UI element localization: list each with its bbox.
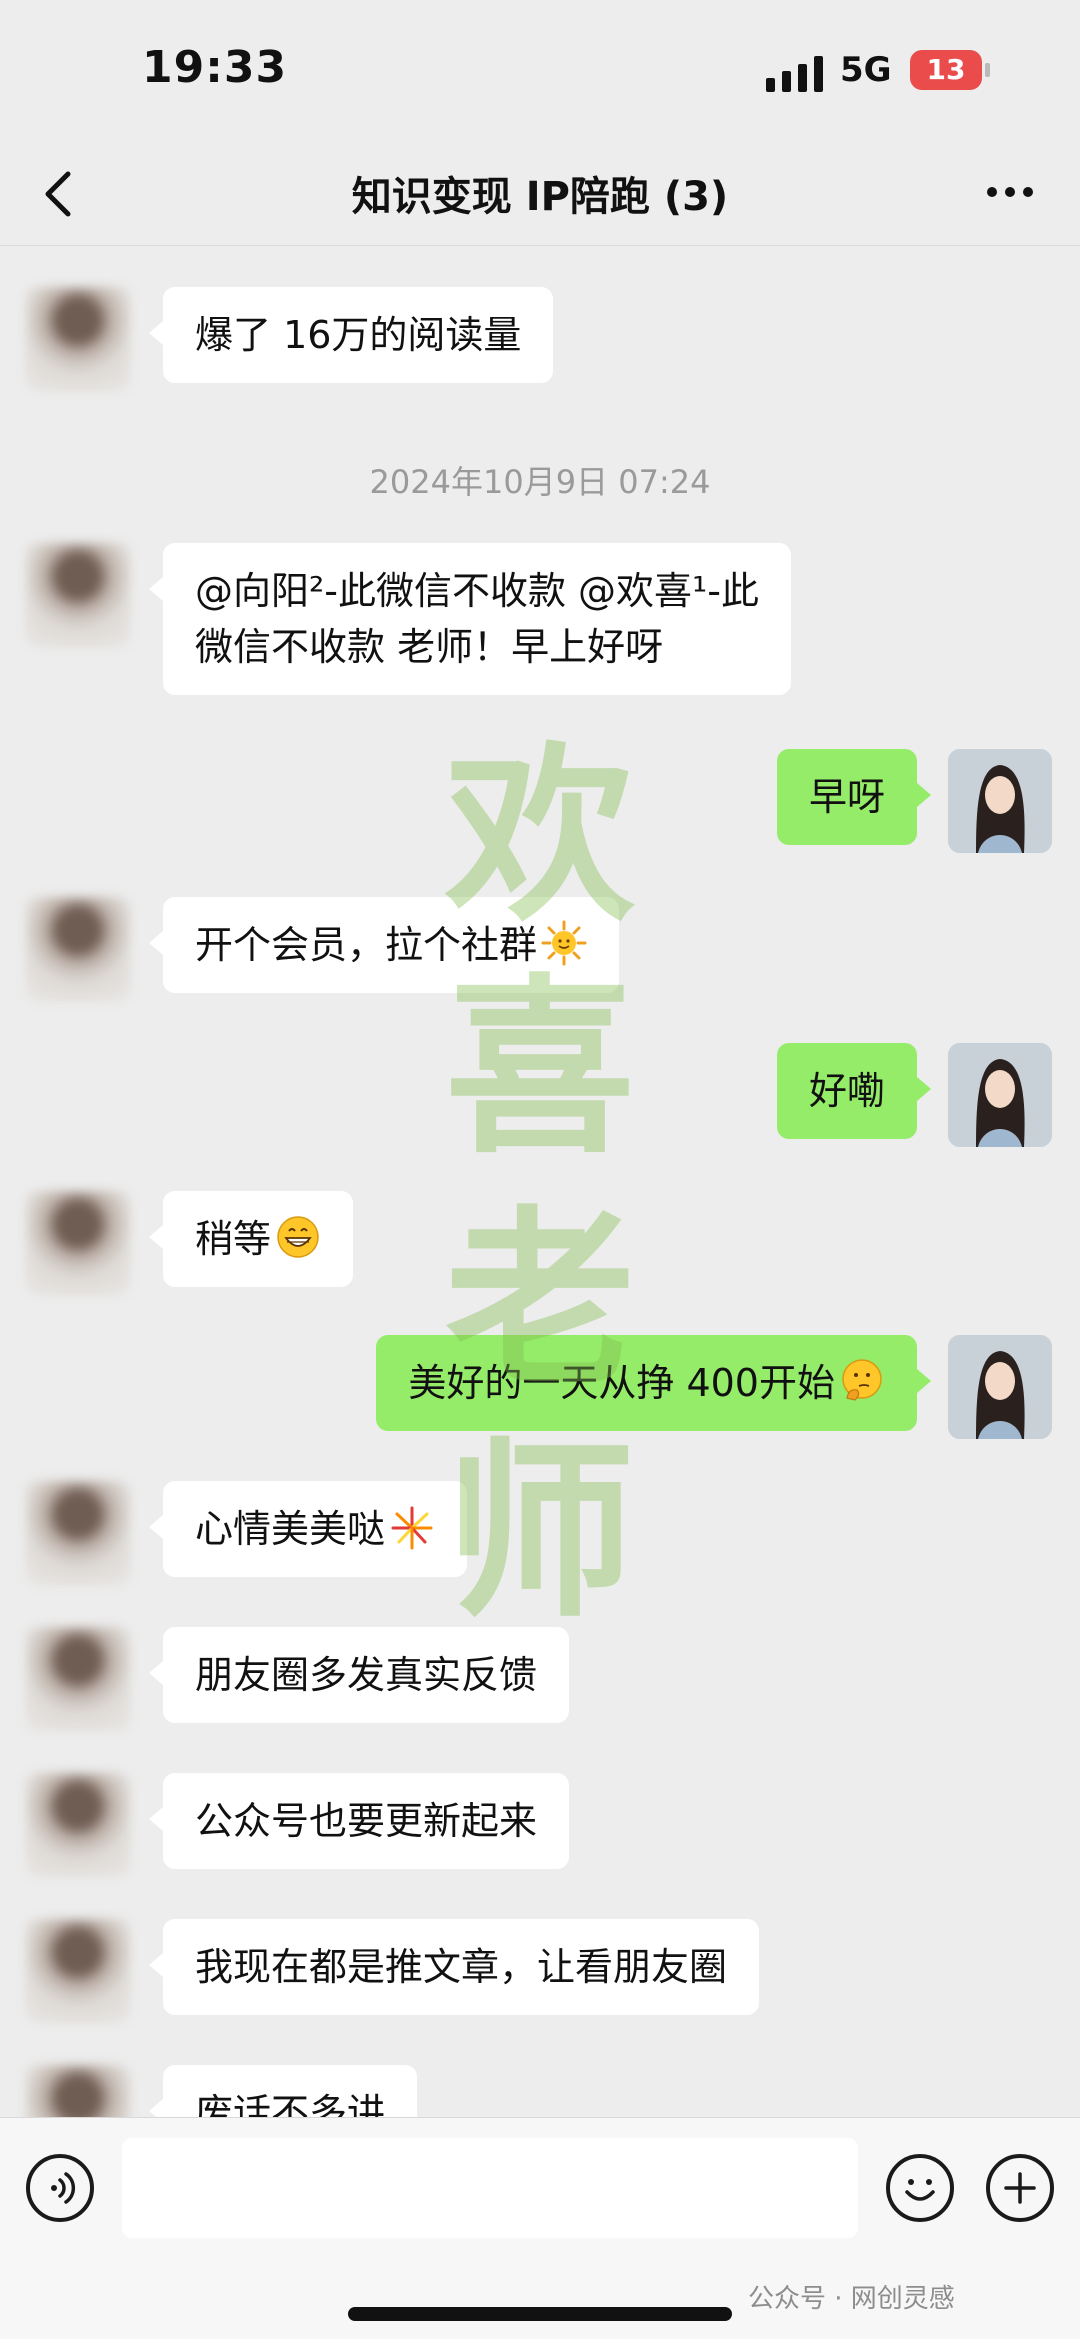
profile-photo-icon [948, 1043, 1052, 1147]
message-bubble[interactable]: 我现在都是推文章，让看朋友圈 [148, 1919, 760, 2015]
message-bubble[interactable]: 朋友圈多发真实反馈 [148, 1627, 570, 1723]
sun-emoji-icon [541, 920, 587, 966]
message-bubble[interactable]: 爆了 16万的阅读量 [148, 287, 554, 383]
grin-emoji-icon [277, 1216, 319, 1258]
message-bubble[interactable]: 稍等 [148, 1191, 354, 1287]
chat-list[interactable]: 爆了 16万的阅读量 2024年10月9日 07:24 @向阳²-此微信不收款 … [0, 247, 1080, 2117]
profile-photo-icon [948, 749, 1052, 853]
avatar[interactable] [26, 1627, 130, 1731]
battery-icon: 13 [910, 50, 990, 90]
emoji-button[interactable] [886, 2154, 954, 2222]
input-bar: 公众号 · 网创灵感 [0, 2117, 1080, 2339]
signal-icon [766, 56, 823, 92]
thinking-emoji-icon [842, 1359, 882, 1401]
profile-photo-icon [948, 1335, 1052, 1439]
status-time: 19:33 [142, 42, 288, 93]
message-text: 稍等 [195, 1217, 272, 1261]
message-bubble[interactable]: 早呀 [776, 749, 932, 845]
avatar-self[interactable] [948, 1043, 1052, 1147]
network-label: 5G [840, 50, 892, 90]
message-text: 心情美美哒 [195, 1507, 386, 1551]
message-bubble[interactable]: 公众号也要更新起来 [148, 1773, 570, 1869]
message-bubble[interactable]: 废话不多讲 [148, 2065, 418, 2117]
avatar[interactable] [26, 2065, 130, 2117]
avatar[interactable] [26, 897, 130, 1001]
chat-title: 知识变现 IP陪跑 (3) [351, 174, 729, 220]
message-bubble[interactable]: 开个会员，拉个社群 [148, 897, 620, 993]
more-dots-icon[interactable] [984, 182, 1036, 202]
avatar[interactable] [26, 1919, 130, 2023]
avatar-self[interactable] [948, 749, 1052, 853]
fireworks-emoji-icon [391, 1506, 433, 1550]
voice-icon [51, 2172, 76, 2204]
avatar[interactable] [26, 1481, 130, 1585]
message-text: 美好的一天从挣 400开始 [408, 1361, 835, 1405]
home-indicator [348, 2307, 732, 2321]
voice-button[interactable] [26, 2154, 94, 2222]
avatar-self[interactable] [948, 1335, 1052, 1439]
message-text: 开个会员，拉个社群 [195, 923, 538, 967]
message-bubble[interactable]: 心情美美哒 [148, 1481, 468, 1577]
timestamp: 2024年10月9日 07:24 [369, 463, 711, 501]
nav-bar: 知识变现 IP陪跑 (3) [0, 140, 1080, 246]
footer-watermark: 公众号 · 网创灵感 [748, 2284, 955, 2314]
plus-icon [1004, 2172, 1036, 2204]
message-input[interactable] [122, 2138, 858, 2238]
avatar[interactable] [26, 287, 130, 391]
avatar[interactable] [26, 1773, 130, 1877]
message-bubble[interactable]: 好嘞 [776, 1043, 932, 1139]
message-bubble[interactable]: @向阳²-此微信不收款 @欢喜¹-此 微信不收款 老师！早上好呀 [149, 543, 791, 695]
avatar[interactable] [26, 1191, 130, 1295]
status-bar: 19:33 5G 13 [0, 0, 1080, 140]
smiley-icon [905, 2179, 935, 2201]
plus-button[interactable] [986, 2154, 1054, 2222]
avatar[interactable] [26, 543, 130, 647]
message-bubble[interactable]: 美好的一天从挣 400开始 [376, 1335, 931, 1431]
